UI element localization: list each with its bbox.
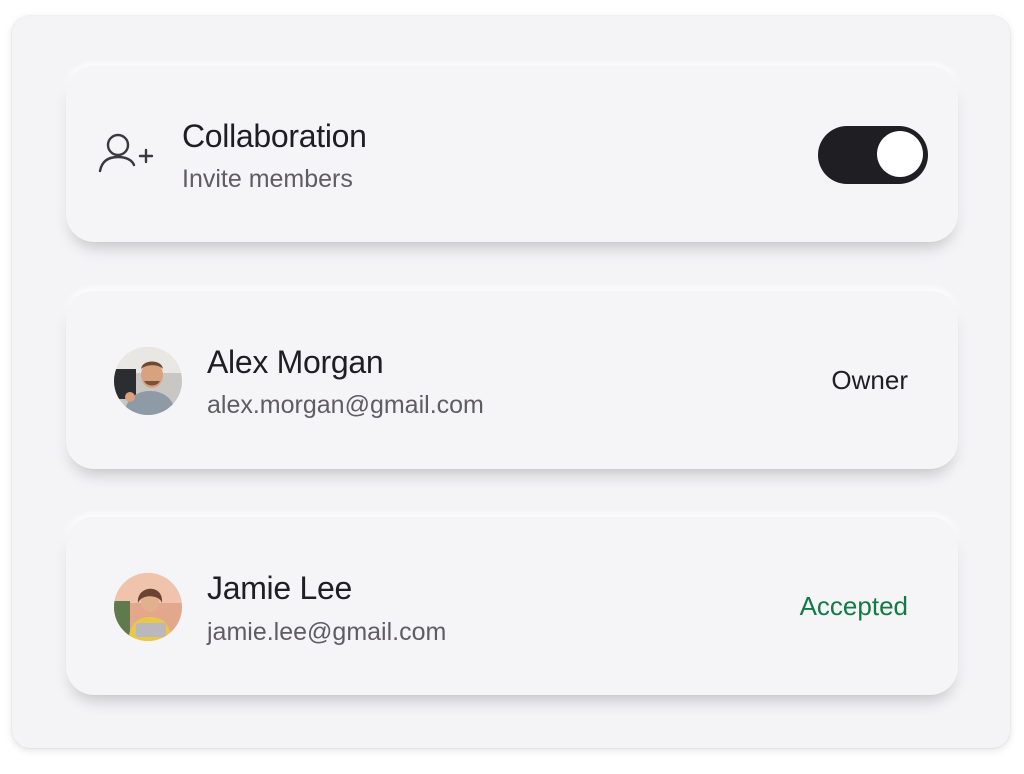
member-email: alex.morgan@gmail.com <box>207 391 484 419</box>
member-card-alex-morgan <box>66 291 958 469</box>
member-name: Jamie Lee <box>207 570 352 606</box>
member-name: Alex Morgan <box>207 344 384 380</box>
toggle-knob <box>877 131 923 177</box>
avatar <box>114 347 182 415</box>
member-email: jamie.lee@gmail.com <box>207 618 447 646</box>
avatar <box>114 573 182 641</box>
member-status-badge[interactable]: Accepted <box>800 591 908 622</box>
collaboration-subtitle: Invite members <box>182 165 353 193</box>
member-role-badge[interactable]: Owner <box>831 365 908 396</box>
collaboration-title: Collaboration <box>182 118 367 154</box>
add-user-icon <box>96 132 154 176</box>
collaboration-toggle[interactable] <box>818 126 928 184</box>
